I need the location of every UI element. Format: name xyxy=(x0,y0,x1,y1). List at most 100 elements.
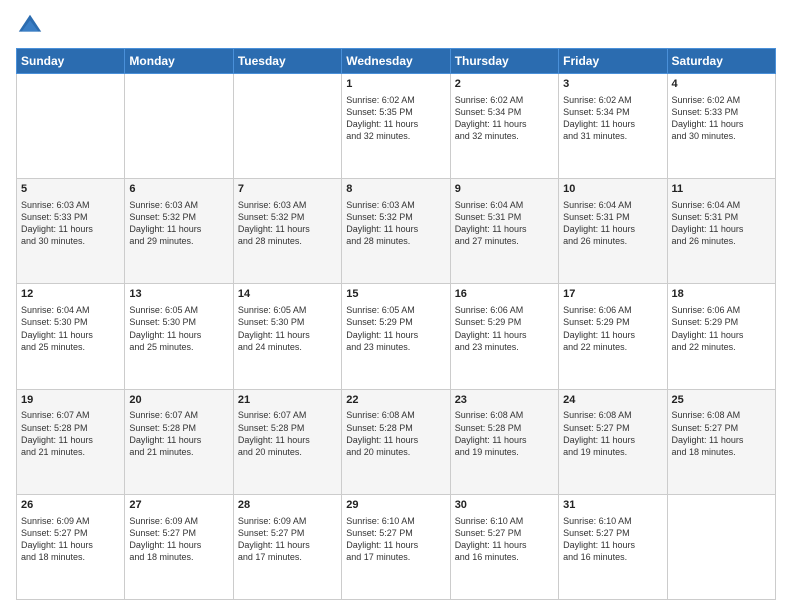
calendar-header-sunday: Sunday xyxy=(17,49,125,74)
calendar-cell: 7Sunrise: 6:03 AMSunset: 5:32 PMDaylight… xyxy=(233,179,341,284)
day-info-line: Sunset: 5:27 PM xyxy=(563,527,662,539)
day-number: 29 xyxy=(346,498,445,513)
calendar-cell: 15Sunrise: 6:05 AMSunset: 5:29 PMDayligh… xyxy=(342,284,450,389)
day-info-line: and 19 minutes. xyxy=(455,446,554,458)
day-info-line: Daylight: 11 hours xyxy=(129,223,228,235)
day-info-line: Sunrise: 6:05 AM xyxy=(129,304,228,316)
calendar-cell xyxy=(125,74,233,179)
day-number: 22 xyxy=(346,393,445,408)
calendar-cell: 10Sunrise: 6:04 AMSunset: 5:31 PMDayligh… xyxy=(559,179,667,284)
calendar-header-thursday: Thursday xyxy=(450,49,558,74)
calendar-cell: 27Sunrise: 6:09 AMSunset: 5:27 PMDayligh… xyxy=(125,494,233,599)
calendar-cell xyxy=(17,74,125,179)
day-info-line: Daylight: 11 hours xyxy=(346,539,445,551)
day-info-line: Daylight: 11 hours xyxy=(346,223,445,235)
day-info-line: Daylight: 11 hours xyxy=(455,329,554,341)
day-info-line: Sunrise: 6:05 AM xyxy=(346,304,445,316)
day-info-line: Sunrise: 6:07 AM xyxy=(129,409,228,421)
day-info-line: and 22 minutes. xyxy=(672,341,771,353)
calendar-cell: 28Sunrise: 6:09 AMSunset: 5:27 PMDayligh… xyxy=(233,494,341,599)
day-info-line: Daylight: 11 hours xyxy=(563,434,662,446)
day-info-line: Sunrise: 6:03 AM xyxy=(129,199,228,211)
day-info-line: Sunset: 5:35 PM xyxy=(346,106,445,118)
day-info-line: and 29 minutes. xyxy=(129,235,228,247)
calendar-header-saturday: Saturday xyxy=(667,49,775,74)
day-info-line: Sunrise: 6:06 AM xyxy=(672,304,771,316)
day-number: 19 xyxy=(21,393,120,408)
day-info-line: Daylight: 11 hours xyxy=(238,329,337,341)
day-info-line: Sunrise: 6:03 AM xyxy=(346,199,445,211)
day-info-line: Sunrise: 6:05 AM xyxy=(238,304,337,316)
calendar-cell: 16Sunrise: 6:06 AMSunset: 5:29 PMDayligh… xyxy=(450,284,558,389)
day-number: 3 xyxy=(563,77,662,92)
day-number: 17 xyxy=(563,287,662,302)
calendar-cell xyxy=(667,494,775,599)
day-number: 11 xyxy=(672,182,771,197)
calendar-cell: 17Sunrise: 6:06 AMSunset: 5:29 PMDayligh… xyxy=(559,284,667,389)
day-info-line: Sunset: 5:28 PM xyxy=(455,422,554,434)
day-number: 30 xyxy=(455,498,554,513)
day-info-line: Sunset: 5:32 PM xyxy=(238,211,337,223)
day-info-line: Sunset: 5:30 PM xyxy=(21,316,120,328)
day-info-line: Daylight: 11 hours xyxy=(672,329,771,341)
day-number: 12 xyxy=(21,287,120,302)
day-info-line: Daylight: 11 hours xyxy=(346,434,445,446)
day-info-line: and 20 minutes. xyxy=(346,446,445,458)
day-number: 2 xyxy=(455,77,554,92)
day-info-line: Sunrise: 6:10 AM xyxy=(346,515,445,527)
day-info-line: and 26 minutes. xyxy=(563,235,662,247)
day-number: 13 xyxy=(129,287,228,302)
day-info-line: Sunset: 5:27 PM xyxy=(563,422,662,434)
day-info-line: Daylight: 11 hours xyxy=(563,118,662,130)
day-info-line: Sunset: 5:27 PM xyxy=(346,527,445,539)
day-info-line: Daylight: 11 hours xyxy=(455,539,554,551)
day-info-line: Sunrise: 6:02 AM xyxy=(455,94,554,106)
day-number: 23 xyxy=(455,393,554,408)
day-info-line: Sunrise: 6:08 AM xyxy=(455,409,554,421)
day-info-line: and 23 minutes. xyxy=(455,341,554,353)
day-info-line: Sunset: 5:28 PM xyxy=(346,422,445,434)
day-info-line: Sunrise: 6:09 AM xyxy=(129,515,228,527)
day-info-line: and 18 minutes. xyxy=(21,551,120,563)
calendar-cell: 20Sunrise: 6:07 AMSunset: 5:28 PMDayligh… xyxy=(125,389,233,494)
calendar-week-row: 5Sunrise: 6:03 AMSunset: 5:33 PMDaylight… xyxy=(17,179,776,284)
calendar-cell: 22Sunrise: 6:08 AMSunset: 5:28 PMDayligh… xyxy=(342,389,450,494)
day-number: 16 xyxy=(455,287,554,302)
calendar-cell: 26Sunrise: 6:09 AMSunset: 5:27 PMDayligh… xyxy=(17,494,125,599)
calendar-cell: 23Sunrise: 6:08 AMSunset: 5:28 PMDayligh… xyxy=(450,389,558,494)
day-info-line: Daylight: 11 hours xyxy=(346,329,445,341)
day-info-line: Daylight: 11 hours xyxy=(129,539,228,551)
day-info-line: Sunset: 5:30 PM xyxy=(238,316,337,328)
day-info-line: Daylight: 11 hours xyxy=(129,329,228,341)
day-info-line: Sunset: 5:33 PM xyxy=(21,211,120,223)
day-info-line: and 28 minutes. xyxy=(238,235,337,247)
calendar-cell: 12Sunrise: 6:04 AMSunset: 5:30 PMDayligh… xyxy=(17,284,125,389)
calendar-cell: 21Sunrise: 6:07 AMSunset: 5:28 PMDayligh… xyxy=(233,389,341,494)
calendar-cell: 11Sunrise: 6:04 AMSunset: 5:31 PMDayligh… xyxy=(667,179,775,284)
calendar-cell: 6Sunrise: 6:03 AMSunset: 5:32 PMDaylight… xyxy=(125,179,233,284)
day-info-line: and 26 minutes. xyxy=(672,235,771,247)
day-number: 28 xyxy=(238,498,337,513)
day-info-line: Daylight: 11 hours xyxy=(563,539,662,551)
day-number: 21 xyxy=(238,393,337,408)
day-info-line: Sunrise: 6:06 AM xyxy=(455,304,554,316)
day-info-line: Sunrise: 6:04 AM xyxy=(563,199,662,211)
day-number: 10 xyxy=(563,182,662,197)
logo xyxy=(16,12,48,40)
calendar-cell: 5Sunrise: 6:03 AMSunset: 5:33 PMDaylight… xyxy=(17,179,125,284)
page: SundayMondayTuesdayWednesdayThursdayFrid… xyxy=(0,0,792,612)
day-info-line: Sunset: 5:29 PM xyxy=(563,316,662,328)
day-info-line: Sunset: 5:27 PM xyxy=(238,527,337,539)
day-number: 15 xyxy=(346,287,445,302)
day-info-line: Daylight: 11 hours xyxy=(21,223,120,235)
calendar-cell: 2Sunrise: 6:02 AMSunset: 5:34 PMDaylight… xyxy=(450,74,558,179)
day-info-line: Sunrise: 6:08 AM xyxy=(346,409,445,421)
day-number: 26 xyxy=(21,498,120,513)
day-info-line: Daylight: 11 hours xyxy=(672,223,771,235)
calendar-cell: 18Sunrise: 6:06 AMSunset: 5:29 PMDayligh… xyxy=(667,284,775,389)
day-info-line: and 16 minutes. xyxy=(563,551,662,563)
day-info-line: Daylight: 11 hours xyxy=(346,118,445,130)
day-number: 4 xyxy=(672,77,771,92)
day-number: 14 xyxy=(238,287,337,302)
day-info-line: Sunrise: 6:06 AM xyxy=(563,304,662,316)
